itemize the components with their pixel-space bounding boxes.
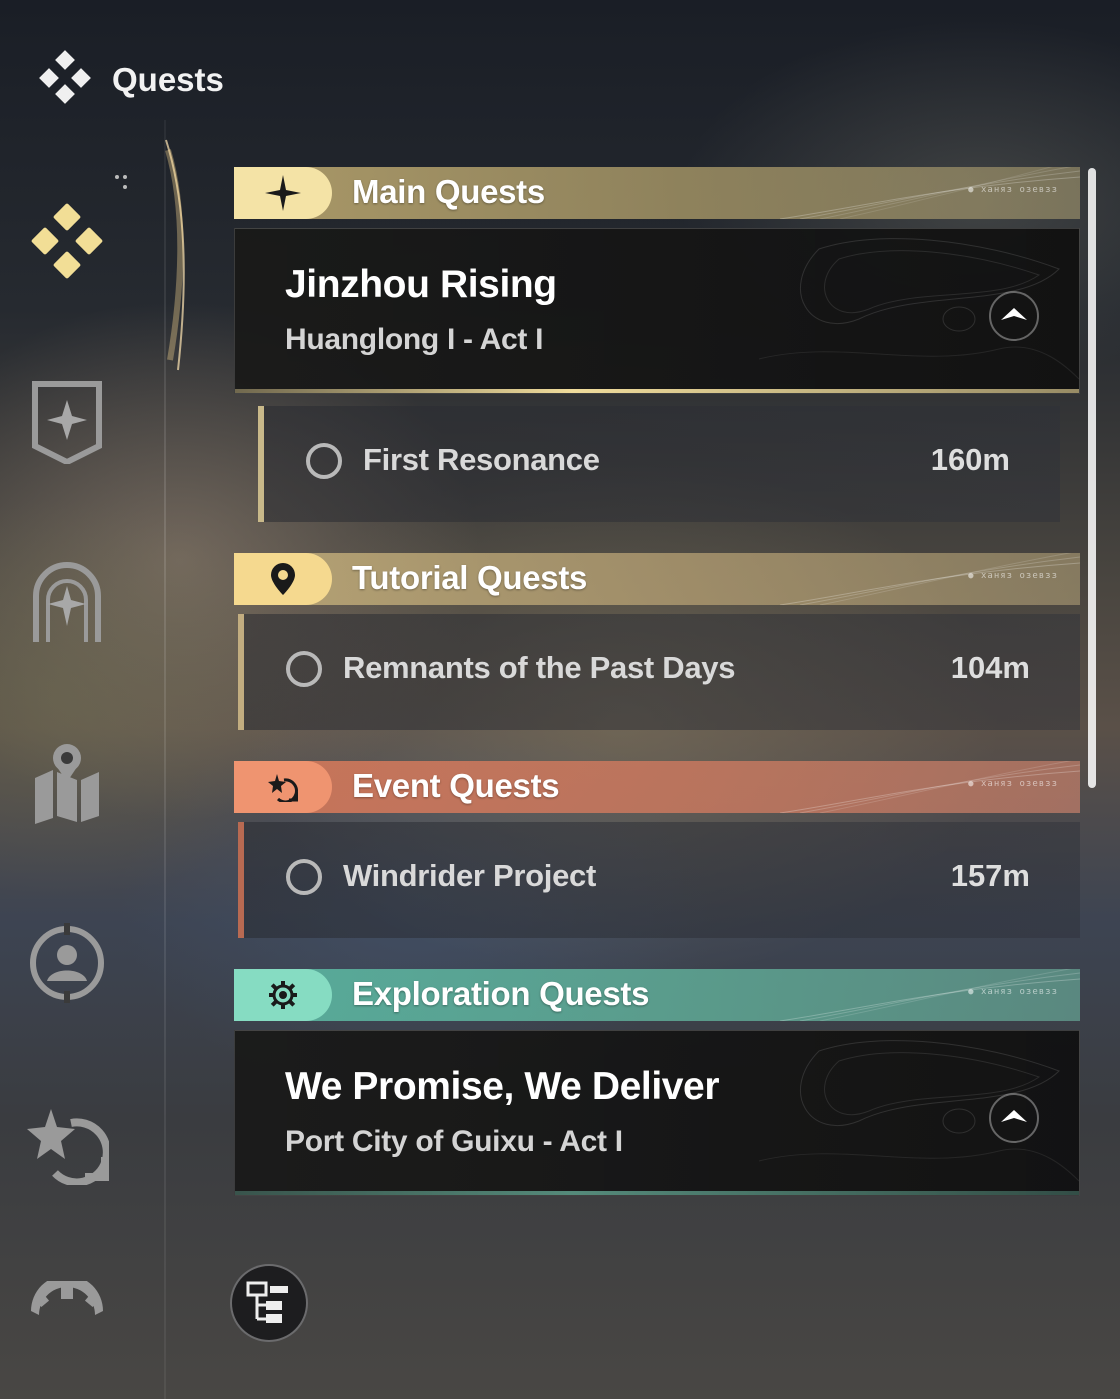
objective-circle-icon bbox=[306, 443, 342, 479]
sidebar-item-banner[interactable] bbox=[24, 378, 110, 464]
step-distance: 104m bbox=[950, 650, 1030, 685]
track-quest-button[interactable] bbox=[989, 291, 1039, 341]
banner-star-icon bbox=[32, 381, 102, 464]
star-refresh-icon bbox=[27, 1109, 109, 1185]
category-title: Exploration Quests bbox=[352, 975, 650, 1012]
category-title: Main Quests bbox=[352, 173, 545, 210]
category-tutorial-quests[interactable]: Tutorial Quests ● ханяз озевзз bbox=[234, 553, 1080, 605]
card-accent-line bbox=[235, 389, 1079, 393]
quest-card-jinzhou-rising[interactable]: Jinzhou Rising Huanglong I - Act I bbox=[234, 228, 1080, 394]
category-event-quests[interactable]: Event Quests ● ханяз озевзз bbox=[234, 761, 1080, 813]
step-name: First Resonance bbox=[363, 442, 600, 477]
location-pin-icon bbox=[271, 563, 295, 595]
quest-step-remnants[interactable]: Remnants of the Past Days 104m bbox=[238, 614, 1080, 730]
sidebar-item-profile[interactable] bbox=[24, 920, 110, 1006]
quest-title: We Promise, We Deliver bbox=[285, 1065, 720, 1108]
quest-tree-button[interactable] bbox=[230, 1264, 308, 1342]
step-accent-bar bbox=[238, 614, 244, 730]
track-quest-button[interactable] bbox=[989, 1093, 1039, 1143]
category-event-pill bbox=[234, 761, 332, 813]
sidebar-item-quests[interactable] bbox=[24, 198, 110, 284]
quests-diamond-icon bbox=[31, 203, 103, 279]
quest-step-windrider[interactable]: Windrider Project 157m bbox=[238, 822, 1080, 938]
sidebar-item-map[interactable] bbox=[24, 738, 110, 824]
category-code: ● ханяз озевзз bbox=[968, 779, 1058, 789]
up-arrow-track-icon bbox=[1001, 1110, 1027, 1122]
card-accent-line bbox=[235, 1191, 1079, 1195]
sidebar-item-settings[interactable] bbox=[24, 1280, 110, 1366]
category-exploration-pill bbox=[234, 969, 332, 1021]
quest-subtitle: Port City of Guixu - Act I bbox=[285, 1125, 623, 1158]
step-distance: 157m bbox=[950, 858, 1030, 893]
gear-icon bbox=[31, 1281, 103, 1315]
sparkle-icon bbox=[265, 175, 301, 211]
objective-circle-icon bbox=[286, 651, 322, 687]
category-title: Event Quests bbox=[352, 767, 560, 804]
category-title: Tutorial Quests bbox=[352, 559, 588, 596]
step-accent-bar bbox=[258, 406, 264, 522]
quest-tree-icon bbox=[246, 1281, 288, 1323]
sidebar-item-archway[interactable] bbox=[24, 558, 110, 644]
profile-target-icon bbox=[30, 923, 104, 1003]
step-name: Windrider Project bbox=[343, 858, 596, 893]
drag-dots-icon bbox=[115, 175, 127, 189]
up-arrow-track-icon bbox=[1001, 308, 1027, 320]
quests-header: Quests bbox=[36, 50, 224, 110]
category-exploration-quests[interactable]: Exploration Quests ● ханяз озевзз bbox=[234, 969, 1080, 1021]
quest-subtitle: Huanglong I - Act I bbox=[285, 323, 544, 356]
sidebar-item-event[interactable] bbox=[24, 1100, 110, 1186]
step-accent-bar bbox=[238, 822, 244, 938]
step-distance: 160m bbox=[930, 442, 1010, 477]
quest-list-scrollbar[interactable] bbox=[1088, 168, 1096, 788]
category-main-pill bbox=[234, 167, 332, 219]
arch-star-icon bbox=[33, 562, 101, 642]
quests-diamond-icon bbox=[36, 49, 94, 111]
quest-card-we-promise[interactable]: We Promise, We Deliver Port City of Guix… bbox=[234, 1030, 1080, 1196]
quest-step-first-resonance[interactable]: First Resonance 160m bbox=[258, 406, 1060, 522]
map-pin-icon bbox=[35, 744, 99, 824]
category-tutorial-pill bbox=[234, 553, 332, 605]
rail-glow bbox=[165, 139, 185, 371]
page-title: Quests bbox=[112, 61, 224, 98]
quest-title: Jinzhou Rising bbox=[285, 263, 557, 306]
objective-circle-icon bbox=[286, 859, 322, 895]
category-main-quests[interactable]: Main Quests ● ханяз озевзз bbox=[234, 167, 1080, 219]
category-code: ● ханяз озевзз bbox=[968, 185, 1058, 195]
star-refresh-icon bbox=[268, 774, 298, 802]
category-code: ● ханяз озевзз bbox=[968, 571, 1058, 581]
step-name: Remnants of the Past Days bbox=[343, 650, 736, 685]
gear-cog-icon bbox=[269, 981, 297, 1009]
category-code: ● ханяз озевзз bbox=[968, 987, 1058, 997]
